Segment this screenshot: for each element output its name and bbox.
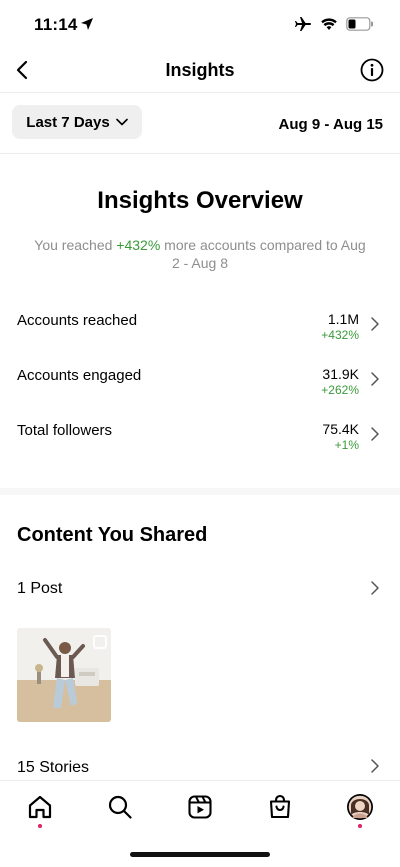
search-icon[interactable] (106, 793, 134, 821)
chevron-right-icon (371, 372, 379, 386)
metric-delta: +262% (321, 383, 359, 397)
battery-icon (346, 17, 373, 31)
stories-row[interactable]: 15 Stories (17, 759, 89, 777)
summary-percent: +432% (116, 237, 161, 253)
metric-label: Accounts reached (17, 312, 138, 329)
post-thumbnail[interactable] (17, 628, 111, 722)
shop-icon[interactable] (266, 793, 294, 821)
chevron-right-icon[interactable] (370, 758, 380, 774)
profile-notification-dot (358, 824, 362, 828)
posts-row[interactable]: 1 Post (17, 580, 62, 598)
metric-value: 75.4K (322, 421, 359, 437)
overview-summary: You reached +432% more accounts compared… (30, 236, 370, 272)
chevron-right-icon (371, 317, 379, 331)
metric-row-accounts-engaged[interactable]: Accounts engaged 31.9K +262% (0, 365, 400, 409)
info-icon[interactable] (360, 58, 384, 82)
metric-delta: +432% (321, 328, 359, 342)
metric-value: 31.9K (322, 366, 359, 382)
post-photo (17, 628, 111, 722)
chevron-right-icon (371, 427, 379, 441)
overview-title: Insights Overview (97, 187, 303, 214)
metric-label: Total followers (17, 422, 113, 439)
date-range-text: Aug 9 - Aug 15 (278, 116, 383, 133)
metric-row-total-followers[interactable]: Total followers 75.4K +1% (0, 420, 400, 464)
chevron-right-icon[interactable] (370, 580, 380, 596)
summary-suffix: more accounts compared to Aug 2 - Aug 8 (160, 237, 366, 271)
metric-label: Accounts engaged (17, 367, 142, 384)
metric-value: 1.1M (327, 311, 359, 327)
airplane-icon (295, 17, 311, 31)
nav-bar: Insights (0, 48, 400, 93)
page-title: Insights (165, 60, 235, 80)
section-divider (0, 488, 400, 495)
reels-icon[interactable] (186, 793, 214, 821)
status-icons (294, 16, 374, 32)
status-bar: 11:14 (0, 0, 400, 48)
chevron-down-icon (115, 118, 128, 126)
home-icon[interactable] (26, 793, 54, 821)
location-arrow-icon (81, 18, 93, 30)
date-range-label: Last 7 Days (26, 113, 110, 131)
wifi-icon (321, 18, 337, 30)
home-indicator (130, 852, 270, 857)
date-range-dropdown[interactable]: Last 7 Days (12, 105, 142, 139)
metric-row-accounts-reached[interactable]: Accounts reached 1.1M +432% (0, 310, 400, 354)
metric-delta: +1% (334, 438, 359, 452)
profile-avatar[interactable] (346, 793, 374, 821)
home-notification-dot (38, 824, 42, 828)
date-filter-bar: Last 7 Days Aug 9 - Aug 15 (0, 93, 400, 154)
status-time: 11:14 (34, 15, 78, 34)
summary-prefix: You reached (34, 237, 117, 253)
content-section-title: Content You Shared (17, 524, 208, 546)
